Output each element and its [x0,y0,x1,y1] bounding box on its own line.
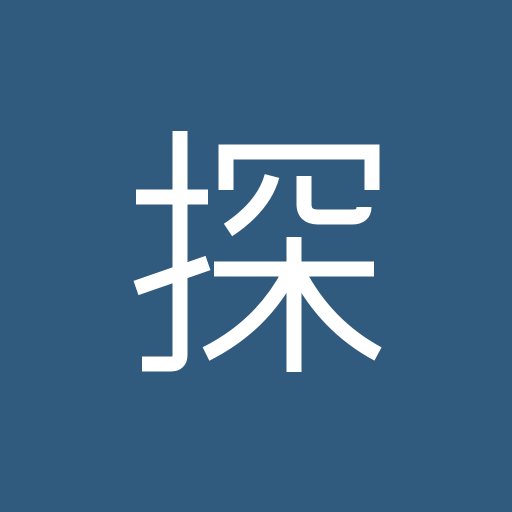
tree-component [202,237,382,372]
avatar-initial: 探 [133,131,382,372]
hand-radical [133,131,211,372]
inner-strokes [223,173,372,237]
avatar[interactable]: 探 [0,0,512,512]
